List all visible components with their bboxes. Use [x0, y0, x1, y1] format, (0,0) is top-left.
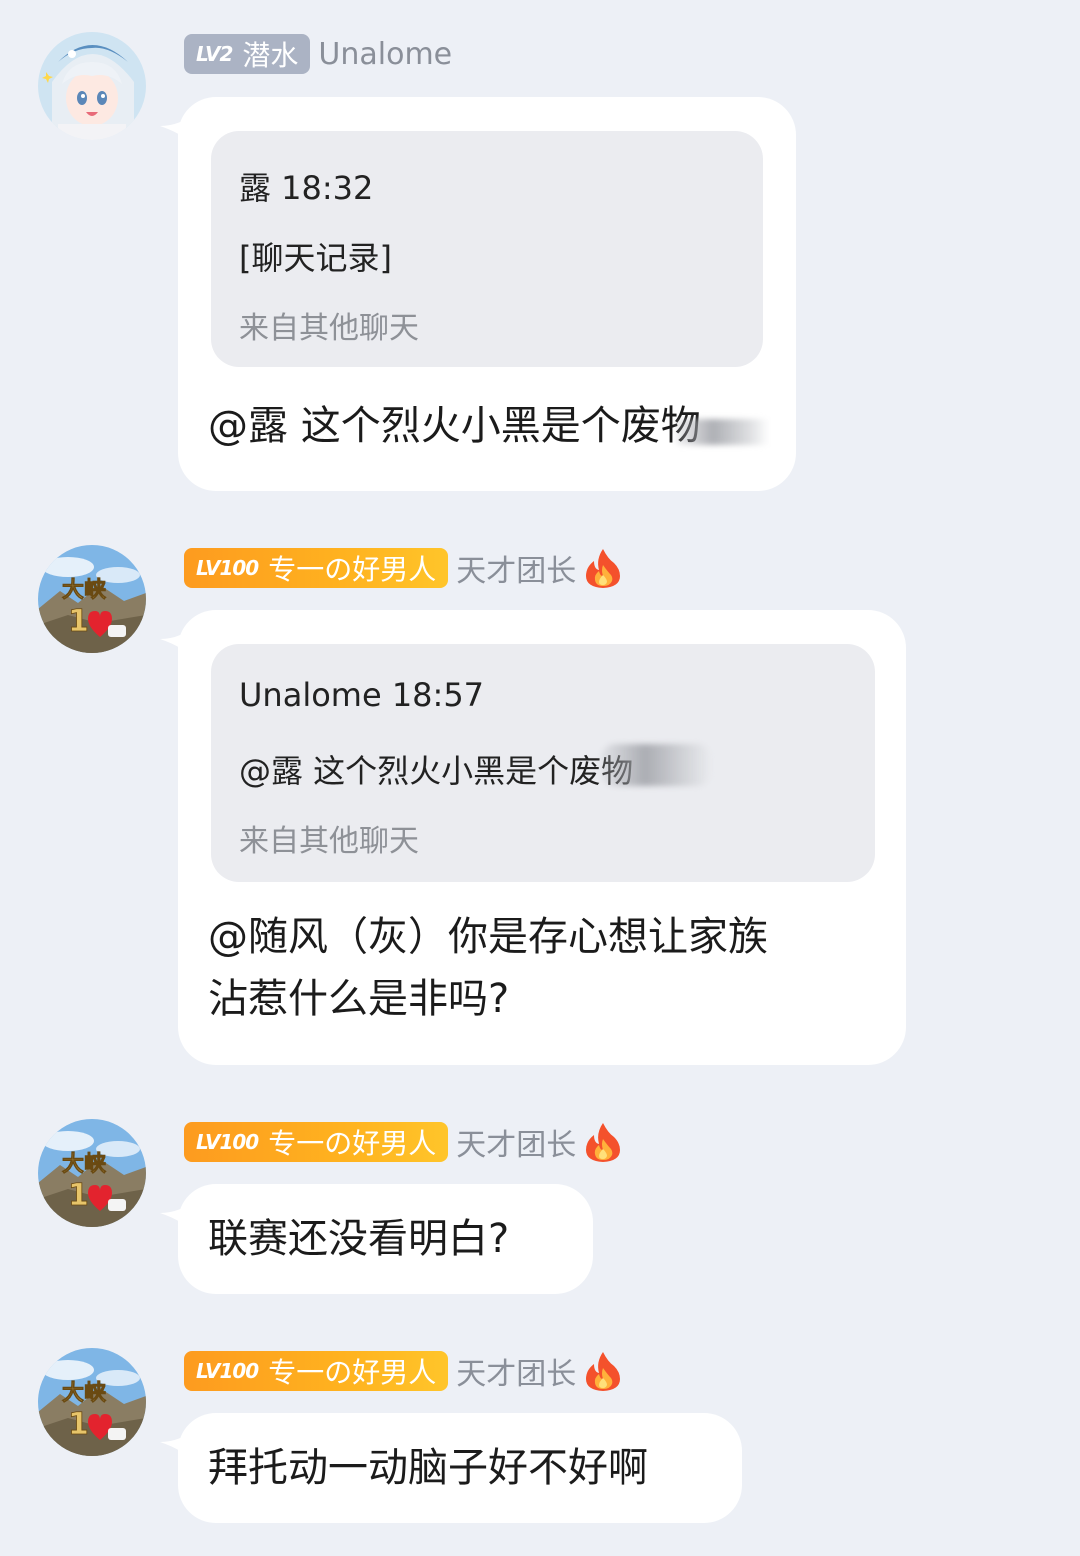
level-badge[interactable]: LV100 专一の好男人: [184, 1122, 449, 1162]
landscape-avatar-icon: 大峡 1: [38, 1119, 146, 1227]
message-bubble[interactable]: 联赛还没看明白?: [178, 1184, 593, 1294]
sender-meta: LV2 潜水 Unalome: [184, 33, 452, 75]
sender-meta: LV100 专一の好男人 天才团长: [184, 1121, 622, 1163]
svg-text:1: 1: [68, 1407, 89, 1442]
message-bubble[interactable]: Unalome 18:57 @露 这个烈火小黑是个废物 来自其他聊天 @随风（灰…: [178, 610, 906, 1065]
level-label: LV100: [196, 1130, 259, 1154]
svg-text:1: 1: [68, 1178, 89, 1213]
fire-icon: [584, 1121, 622, 1163]
quote-body: @露 这个烈火小黑是个废物: [239, 752, 634, 790]
fire-icon: [584, 1350, 622, 1392]
sender-name[interactable]: 天才团长: [456, 546, 576, 590]
quote-source: 来自其他聊天: [239, 311, 419, 346]
svg-text:1: 1: [68, 604, 89, 639]
level-title: 专一の好男人: [268, 1127, 437, 1160]
level-badge[interactable]: LV100 专一の好男人: [184, 1351, 449, 1391]
message-bubble[interactable]: 拜托动一动脑子好不好啊: [178, 1413, 742, 1523]
quoted-message[interactable]: Unalome 18:57 @露 这个烈火小黑是个废物 来自其他聊天: [211, 644, 875, 882]
sender-name[interactable]: Unalome: [318, 37, 452, 72]
quoted-message[interactable]: 露 18:32 [聊天记录] 来自其他聊天: [211, 131, 763, 367]
level-title: 潜水: [242, 39, 299, 72]
avatar[interactable]: [38, 32, 146, 140]
message-text: 联赛还没看明白?: [208, 1216, 510, 1262]
fire-icon: [584, 547, 622, 589]
message-text: 拜托动一动脑子好不好啊: [208, 1445, 648, 1491]
avatar[interactable]: 大峡 1: [38, 1119, 146, 1227]
level-badge[interactable]: LV100 专一の好男人: [184, 548, 449, 588]
message-text-line: 沾惹什么是非吗?: [208, 976, 510, 1022]
landscape-avatar-icon: 大峡 1: [38, 545, 146, 653]
sender-name[interactable]: 天才团长: [456, 1120, 576, 1164]
level-label: LV100: [196, 1359, 259, 1383]
anime-girl-avatar-icon: [38, 32, 146, 140]
chat-message-list[interactable]: LV2 潜水 Unalome 露 18:32 [聊天记录] 来自其他聊天 @露 …: [0, 0, 1080, 1556]
quote-header: 露 18:32: [239, 169, 374, 207]
message-text: @露 这个烈火小黑是个废物: [208, 403, 701, 449]
redaction-blur: [676, 419, 768, 445]
level-title: 专一の好男人: [268, 1356, 437, 1389]
sender-meta: LV100 专一の好男人 天才团长: [184, 547, 622, 589]
level-badge[interactable]: LV2 潜水: [184, 34, 311, 74]
avatar[interactable]: 大峡 1: [38, 545, 146, 653]
svg-text:大峡: 大峡: [62, 1380, 107, 1406]
level-label: LV100: [196, 556, 259, 580]
quote-body: [聊天记录]: [239, 239, 392, 277]
sender-name[interactable]: 天才团长: [456, 1349, 576, 1393]
avatar[interactable]: 大峡 1: [38, 1348, 146, 1456]
quote-header: Unalome 18:57: [239, 676, 485, 714]
landscape-avatar-icon: 大峡 1: [38, 1348, 146, 1456]
svg-text:大峡: 大峡: [62, 1151, 107, 1177]
sender-meta: LV100 专一の好男人 天才团长: [184, 1350, 622, 1392]
message-bubble[interactable]: 露 18:32 [聊天记录] 来自其他聊天 @露 这个烈火小黑是个废物: [178, 97, 796, 491]
quote-source: 来自其他聊天: [239, 824, 419, 859]
svg-text:大峡: 大峡: [62, 577, 107, 603]
level-label: LV2: [196, 42, 233, 66]
message-text-line: @随风（灰）你是存心想让家族: [208, 914, 768, 960]
level-title: 专一の好男人: [268, 553, 437, 586]
redaction-blur: [601, 744, 711, 786]
